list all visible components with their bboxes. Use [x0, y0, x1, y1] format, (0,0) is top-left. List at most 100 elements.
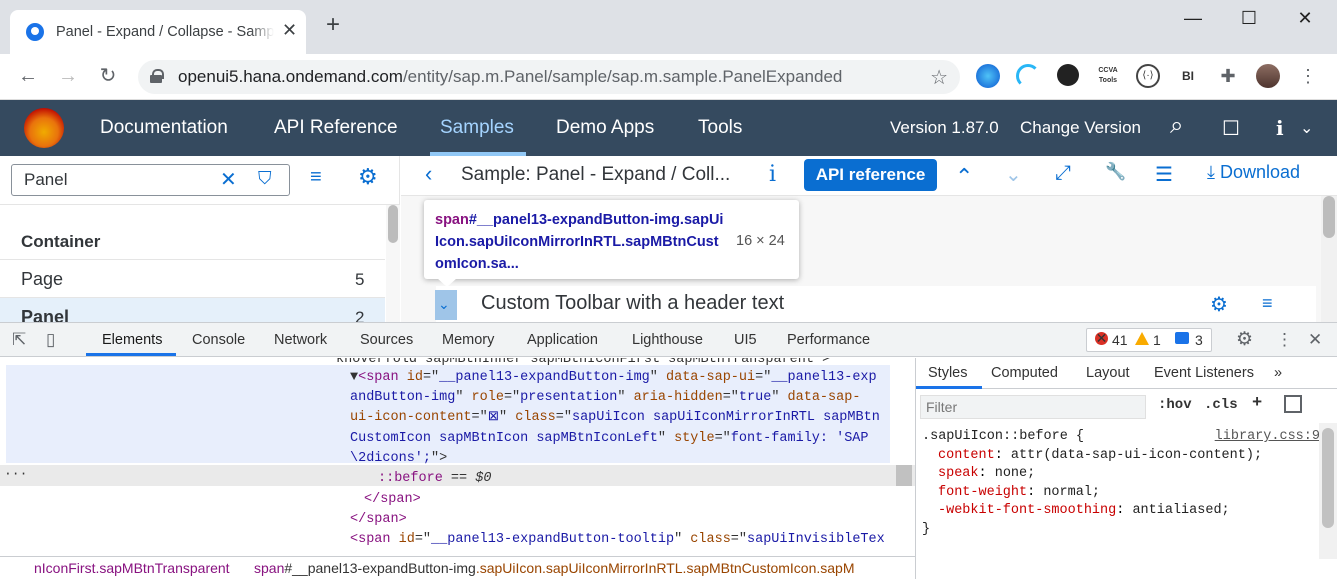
url-text[interactable]: openui5.hana.ondemand.com/entity/sap.m.P… [178, 67, 842, 87]
crumb-tag: span [254, 560, 285, 576]
nav-api-reference[interactable]: API Reference [274, 117, 398, 139]
chevron-down-icon[interactable]: ⌄ [1005, 162, 1022, 187]
elements-tree[interactable]: ··· knoverfold sapMBtnInner sapMBtnIconF… [0, 358, 915, 556]
sort-icon[interactable]: ≡ [310, 166, 322, 189]
tab-console[interactable]: Console [192, 332, 245, 348]
rule-source-link[interactable]: library.css:9 [1215, 428, 1320, 447]
tab-computed[interactable]: Computed [991, 365, 1058, 381]
reload-button[interactable]: ↻ [94, 64, 122, 88]
node-ellipsis[interactable]: ··· [4, 466, 27, 481]
devtools-settings-icon[interactable]: ⚙ [1236, 328, 1253, 351]
breadcrumb-prev[interactable]: nIconFirst.sapMBtnTransparent [34, 560, 230, 576]
tab-application[interactable]: Application [527, 332, 598, 348]
outline-icon[interactable]: ☰ [1155, 162, 1173, 187]
tab-performance[interactable]: Performance [787, 332, 870, 348]
inspect-element-icon[interactable]: ⇱ [12, 330, 26, 350]
nav-samples[interactable]: Samples [440, 117, 514, 139]
headphones-icon[interactable] [1057, 64, 1079, 86]
change-version-link[interactable]: Change Version [1020, 118, 1141, 138]
tab-close-icon[interactable]: ✕ [282, 20, 297, 41]
api-reference-button[interactable]: API reference [804, 159, 937, 191]
info-icon[interactable]: i [769, 162, 776, 187]
tree-scrollbar-thumb[interactable] [896, 465, 912, 486]
panel-sort-icon[interactable]: ≡ [1262, 293, 1273, 314]
back-button[interactable]: ← [14, 64, 42, 88]
list-scrollbar-thumb[interactable] [388, 205, 398, 243]
bookmark-star-icon[interactable]: ☆ [930, 65, 948, 90]
wrench-icon[interactable]: 🔧 [1105, 162, 1126, 182]
info-icon[interactable]: i [1276, 116, 1284, 140]
tab-network[interactable]: Network [274, 332, 327, 348]
devtools-menu-icon[interactable]: ⋮ [1276, 330, 1293, 350]
issue-counters[interactable]: ✕ 41 1 3 [1086, 328, 1212, 352]
back-icon[interactable]: ‹ [425, 161, 432, 187]
clear-icon[interactable]: ✕ [220, 167, 237, 192]
rule-declaration[interactable]: font-weight: normal; [922, 484, 1320, 503]
nav-tools[interactable]: Tools [698, 117, 742, 139]
settings-gear-icon[interactable]: ⚙ [358, 164, 378, 190]
tab-styles[interactable]: Styles [928, 365, 968, 381]
tree-line[interactable]: <span id="__panel13-expandButton-tooltip… [350, 530, 885, 550]
rule-declaration[interactable]: content: attr(data-sap-ui-icon-content); [922, 447, 1320, 466]
filter-icon[interactable]: ⛉ [258, 168, 272, 189]
rule-declaration[interactable]: -webkit-font-smoothing: antialiased; [922, 502, 1320, 521]
nav-demo-apps[interactable]: Demo Apps [556, 117, 654, 139]
tree-line[interactable]: ui-icon-content="⊠" class="sapUiIcon sap… [350, 408, 880, 428]
tree-line[interactable]: ▼<span id="__panel13-expandButton-img" d… [350, 368, 877, 388]
feedback-icon[interactable]: ☐ [1222, 116, 1240, 141]
tree-line[interactable]: </span> [364, 490, 421, 510]
nav-documentation[interactable]: Documentation [100, 117, 228, 139]
device-toolbar-icon[interactable]: ▯ [46, 330, 55, 350]
tree-line[interactable]: ::before == $0 [378, 469, 491, 489]
fullscreen-icon[interactable]: ⤢ [1055, 162, 1071, 185]
address-bar[interactable]: openui5.hana.ondemand.com/entity/sap.m.P… [138, 60, 960, 94]
openui5-logo[interactable] [24, 108, 64, 148]
close-window-button[interactable]: ✕ [1282, 8, 1328, 29]
devtools-ext-icon[interactable]: ⟨·⟩ [1136, 64, 1160, 88]
expand-button-highlight[interactable]: ⌄ [435, 290, 457, 320]
tab-memory[interactable]: Memory [442, 332, 494, 348]
toggle-sidebar-icon[interactable] [1284, 395, 1302, 413]
avatar[interactable] [1256, 64, 1280, 88]
more-tabs-icon[interactable]: » [1274, 365, 1282, 381]
bi-icon[interactable]: BI [1176, 64, 1200, 88]
browser-tab[interactable]: Panel - Expand / Collapse - Sample ✕ [10, 10, 306, 54]
tab-sources[interactable]: Sources [360, 332, 413, 348]
panel-settings-icon[interactable]: ⚙ [1210, 292, 1228, 317]
styles-scrollbar-thumb[interactable] [1322, 428, 1334, 528]
tab-event-listeners[interactable]: Event Listeners [1154, 365, 1254, 381]
class-toggle-button[interactable]: .cls [1204, 397, 1238, 413]
download-button[interactable]: ⤓ Download [1207, 162, 1300, 183]
edge-icon[interactable] [976, 64, 1000, 88]
ccva-tools-icon[interactable]: CCVA Tools [1096, 64, 1120, 88]
tab-elements[interactable]: Elements [102, 332, 162, 348]
tree-line[interactable]: </span> [350, 510, 407, 530]
styles-filter-input[interactable]: Filter [920, 395, 1146, 419]
tab-ui5[interactable]: UI5 [734, 332, 757, 348]
tree-line[interactable]: \2dicons';"> [350, 449, 447, 469]
rule-declaration[interactable]: speak: none; [922, 465, 1320, 484]
new-rule-button[interactable]: + [1252, 394, 1262, 413]
chevron-up-icon[interactable]: ⌃ [955, 164, 973, 190]
content-scrollbar-thumb[interactable] [1323, 196, 1335, 238]
new-tab-button[interactable]: + [326, 13, 340, 37]
minimize-button[interactable]: — [1170, 8, 1216, 29]
search-icon[interactable]: ⌕ [1170, 112, 1183, 140]
browser-menu-icon[interactable]: ⋮ [1296, 64, 1320, 88]
tab-lighthouse[interactable]: Lighthouse [632, 332, 703, 348]
tab-layout[interactable]: Layout [1086, 365, 1130, 381]
tree-line[interactable]: CustomIcon sapMBtnIcon sapMBtnIconLeft" … [350, 429, 869, 449]
loader-icon[interactable] [1016, 64, 1040, 88]
search-input[interactable]: Panel ✕ ⛉ [11, 164, 290, 196]
devtools-close-icon[interactable]: ✕ [1308, 330, 1322, 350]
puzzle-icon[interactable]: ✚ [1216, 64, 1240, 88]
tree-token: sapUiIcon sapUiIconMirrorInRTL sapMBtn [571, 410, 880, 425]
breadcrumb-current[interactable]: span#__panel13-expandButton-img.sapUiIco… [254, 560, 855, 576]
hover-state-button[interactable]: :hov [1158, 397, 1192, 413]
lock-icon[interactable] [150, 69, 164, 83]
maximize-button[interactable]: ☐ [1226, 8, 1272, 29]
list-item[interactable]: Page 5 [0, 260, 385, 298]
forward-button[interactable]: → [54, 64, 82, 88]
chevron-down-icon[interactable]: ⌄ [1300, 118, 1313, 138]
tree-line[interactable]: andButton-img" role="presentation" aria-… [350, 388, 860, 408]
